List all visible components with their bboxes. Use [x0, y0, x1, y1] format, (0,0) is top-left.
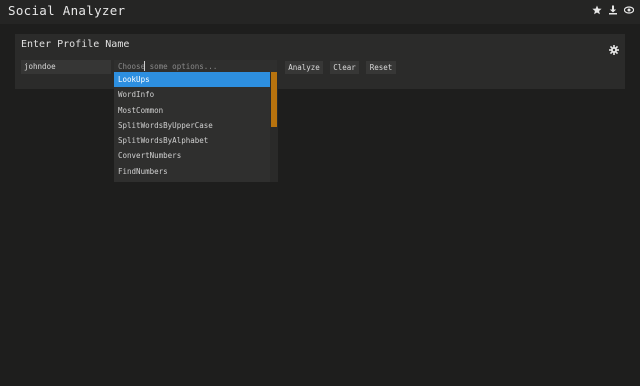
eye-icon[interactable] [624, 5, 634, 15]
options-placeholder: Choose some options... [118, 62, 218, 71]
app-title: Social Analyzer [8, 3, 126, 18]
reset-button[interactable]: Reset [366, 61, 396, 74]
option-item[interactable]: SplitWordsByUpperCase [114, 118, 270, 133]
option-item[interactable]: LookUps [114, 72, 270, 88]
analyze-button[interactable]: Analyze [285, 61, 323, 74]
clear-button[interactable]: Clear [330, 61, 359, 74]
option-item[interactable]: FindNumbers [114, 164, 270, 179]
dropdown-scrollbar-thumb[interactable] [271, 72, 277, 127]
panel-title: Enter Profile Name [21, 39, 130, 50]
option-item[interactable]: WordInfo [114, 87, 270, 102]
options-dropdown: LookUps WordInfo MostCommon SplitWordsBy… [114, 72, 278, 182]
profile-panel: Enter Profile Name Choose some options..… [15, 34, 625, 89]
option-item[interactable]: SplitWordsByAlphabet [114, 133, 270, 148]
gear-icon[interactable] [609, 40, 619, 55]
profile-name-input[interactable] [21, 60, 111, 74]
text-cursor [144, 61, 145, 71]
download-icon[interactable] [608, 5, 618, 15]
option-item[interactable]: ConvertNumbers [114, 148, 270, 163]
option-item[interactable]: MostCommon [114, 103, 270, 118]
star-icon[interactable] [592, 5, 602, 15]
options-list: LookUps WordInfo MostCommon SplitWordsBy… [114, 72, 270, 179]
top-bar: Social Analyzer [0, 0, 640, 24]
top-icons [592, 5, 634, 15]
